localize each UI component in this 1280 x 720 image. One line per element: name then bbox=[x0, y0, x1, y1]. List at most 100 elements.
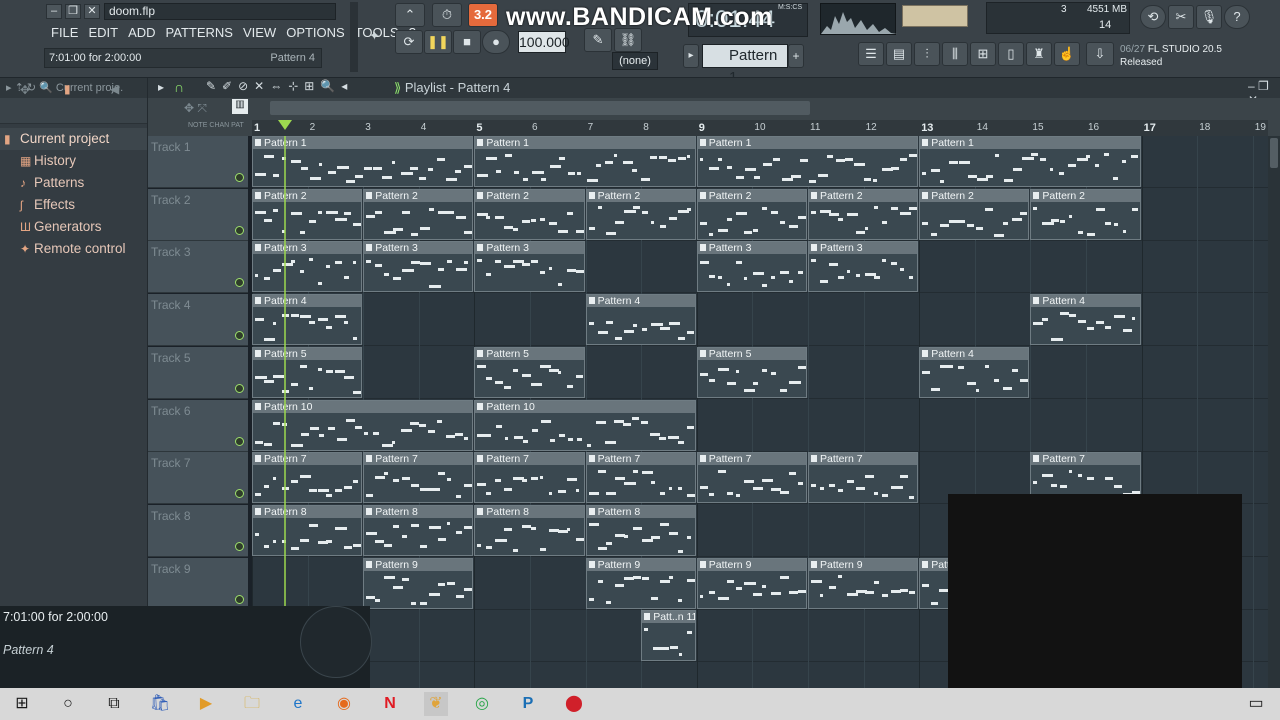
file-explorer-icon[interactable]: 🗀 bbox=[240, 692, 264, 716]
pattern-clip[interactable]: Pattern 8 bbox=[363, 504, 474, 556]
menu-add[interactable]: ADD bbox=[123, 24, 160, 42]
pattern-clip[interactable]: Pattern 3 bbox=[363, 241, 474, 293]
pattern-clip[interactable]: Pattern 3 bbox=[252, 241, 363, 293]
pattern-clip[interactable]: Pattern 5 bbox=[252, 346, 363, 398]
track-enable-icon[interactable] bbox=[235, 436, 244, 446]
bandicam-icon[interactable]: ⬤ bbox=[562, 692, 586, 716]
playlist-menu-icon[interactable]: ▸ bbox=[158, 80, 164, 94]
store-icon[interactable]: 🛍 bbox=[148, 692, 172, 716]
pattern-clip[interactable]: Pattern 1 bbox=[919, 136, 1141, 187]
pattern-clip[interactable]: Pattern 4 bbox=[1030, 294, 1141, 346]
pattern-clip[interactable]: Pattern 2 bbox=[252, 188, 363, 240]
mixer-icon[interactable]: ⫼ bbox=[942, 42, 968, 66]
pattern-clip[interactable]: Pattern 2 bbox=[585, 188, 696, 240]
track-header[interactable]: Track 5 bbox=[148, 346, 248, 399]
menu-patterns[interactable]: PATTERNS bbox=[161, 24, 238, 42]
edge-icon[interactable]: e bbox=[286, 692, 310, 716]
menu-file[interactable]: FILE bbox=[46, 24, 83, 42]
piano-roll-icon[interactable]: ▤ bbox=[886, 42, 912, 66]
minimize-icon[interactable]: – bbox=[46, 4, 62, 19]
browser-item-history[interactable]: ▦ History bbox=[0, 150, 147, 172]
snap-select[interactable]: (none) bbox=[612, 52, 658, 70]
browser-icon[interactable]: ▯ bbox=[998, 42, 1024, 66]
pattern-clip[interactable]: Patt..n 11 bbox=[641, 610, 696, 662]
pattern-clip[interactable]: Pattern 3 bbox=[808, 241, 919, 293]
help-icon[interactable]: ? bbox=[1224, 5, 1250, 29]
menu-edit[interactable]: EDIT bbox=[83, 24, 123, 42]
pattern-clip[interactable]: Pattern 4 bbox=[585, 294, 696, 346]
browser-item-current-project[interactable]: ▮ Current project bbox=[0, 128, 147, 150]
vertical-scrollbar[interactable] bbox=[1268, 136, 1280, 688]
pattern-clip[interactable]: Pattern 8 bbox=[585, 504, 696, 556]
add-pattern-icon[interactable]: + bbox=[788, 44, 804, 68]
p-app-icon[interactable]: P bbox=[516, 692, 540, 716]
pattern-clip[interactable]: Pattern 10 bbox=[474, 399, 696, 451]
scroll-thumb[interactable] bbox=[1270, 138, 1278, 168]
move-icon[interactable]: ✥ bbox=[20, 83, 30, 97]
track-header[interactable]: Track 2 bbox=[148, 188, 248, 241]
task-view-icon[interactable]: ⧉ bbox=[102, 692, 126, 716]
close-icon[interactable]: ✕ bbox=[84, 4, 100, 19]
browser-item-effects[interactable]: ʃ Effects bbox=[0, 194, 147, 216]
channel-rack-icon[interactable]: ⫶ bbox=[914, 42, 940, 66]
track-enable-icon[interactable] bbox=[235, 383, 244, 393]
track-enable-icon[interactable] bbox=[235, 278, 244, 288]
pattern-clip[interactable]: Pattern 9 bbox=[585, 557, 696, 609]
pattern-clip[interactable]: Pattern 2 bbox=[808, 188, 919, 240]
media-icon[interactable]: ▶ bbox=[194, 692, 218, 716]
track-header[interactable]: Track 9 bbox=[148, 557, 248, 610]
metronome-icon[interactable]: ⌃ bbox=[395, 3, 425, 27]
chrome-icon[interactable]: ◎ bbox=[470, 692, 494, 716]
loop-icon[interactable]: ⟳ bbox=[395, 30, 423, 54]
pattern-clip[interactable]: Pattern 8 bbox=[252, 504, 363, 556]
pattern-clip[interactable]: Pattern 7 bbox=[474, 452, 585, 504]
microphone-icon[interactable]: 🎙 bbox=[1196, 5, 1222, 29]
browser-item-generators[interactable]: Ш Generators bbox=[0, 216, 147, 238]
track-header[interactable]: Track 8 bbox=[148, 504, 248, 557]
speaker-icon[interactable]: ◀ bbox=[110, 82, 119, 96]
pattern-clip[interactable]: Pattern 7 bbox=[585, 452, 696, 504]
pattern-clip[interactable]: Pattern 9 bbox=[363, 557, 474, 609]
track-enable-icon[interactable] bbox=[235, 225, 244, 235]
track-header[interactable]: Track 7 bbox=[148, 452, 248, 505]
pattern-clip[interactable]: Pattern 7 bbox=[696, 452, 807, 504]
pattern-clip[interactable]: Pattern 7 bbox=[252, 452, 363, 504]
tools-icon[interactable]: ✂ bbox=[1168, 5, 1194, 29]
pattern-clip[interactable]: Pattern 3 bbox=[696, 241, 807, 293]
pattern-clip[interactable]: Pattern 8 bbox=[474, 504, 585, 556]
playhead-marker-icon[interactable] bbox=[278, 120, 292, 130]
track-enable-icon[interactable] bbox=[235, 541, 244, 551]
pause-button[interactable]: ❚❚ bbox=[424, 30, 452, 54]
stop-button[interactable]: ■ bbox=[453, 30, 481, 54]
track-header[interactable]: Track 1 bbox=[148, 136, 248, 188]
magnet-icon[interactable]: ∩ bbox=[174, 79, 184, 95]
browser-item-patterns[interactable]: ♪ Patterns bbox=[0, 172, 147, 194]
pattern-clip[interactable]: Pattern 7 bbox=[363, 452, 474, 504]
pattern-clip[interactable]: Pattern 3 bbox=[474, 241, 585, 293]
track-header[interactable]: Track 4 bbox=[148, 294, 248, 347]
nav-arrows-icon[interactable]: ✥ ⤧ bbox=[184, 101, 207, 116]
mode-badge[interactable]: 3.2 bbox=[468, 3, 498, 27]
pattern-clip[interactable]: Pattern 4 bbox=[252, 294, 363, 346]
piano-icon[interactable]: ▥ bbox=[232, 99, 248, 114]
pattern-clip[interactable]: Pattern 5 bbox=[474, 346, 585, 398]
touch-icon[interactable]: ☝ bbox=[1054, 42, 1080, 66]
pattern-clip[interactable]: Pattern 1 bbox=[474, 136, 696, 187]
firefox-icon[interactable]: ◉ bbox=[332, 692, 356, 716]
record-button[interactable]: ● bbox=[482, 30, 510, 54]
pattern-clip[interactable]: Pattern 9 bbox=[696, 557, 807, 609]
playlist-icon[interactable]: ☰ bbox=[858, 42, 884, 66]
wait-icon[interactable]: ⏱ bbox=[432, 3, 462, 27]
pattern-clip[interactable]: Pattern 7 bbox=[808, 452, 919, 504]
pattern-clip[interactable]: Pattern 1 bbox=[696, 136, 919, 187]
browser-arrows-icon[interactable]: ▸ ⇡ ↻ 🔍 bbox=[6, 82, 56, 94]
plugin-icon[interactable]: ♜ bbox=[1026, 42, 1052, 66]
menu-options[interactable]: OPTIONS bbox=[281, 24, 350, 42]
refresh-icon[interactable]: ⟲ bbox=[1140, 5, 1166, 29]
tempo-display[interactable]: 100.000 bbox=[518, 31, 570, 53]
pattern-selector[interactable]: Pattern 1 bbox=[702, 44, 788, 86]
horizontal-scrollbar[interactable] bbox=[270, 101, 810, 115]
track-header[interactable]: Track 6 bbox=[148, 399, 248, 452]
pattern-clip[interactable]: Pattern 2 bbox=[474, 188, 585, 240]
track-enable-icon[interactable] bbox=[235, 594, 244, 604]
